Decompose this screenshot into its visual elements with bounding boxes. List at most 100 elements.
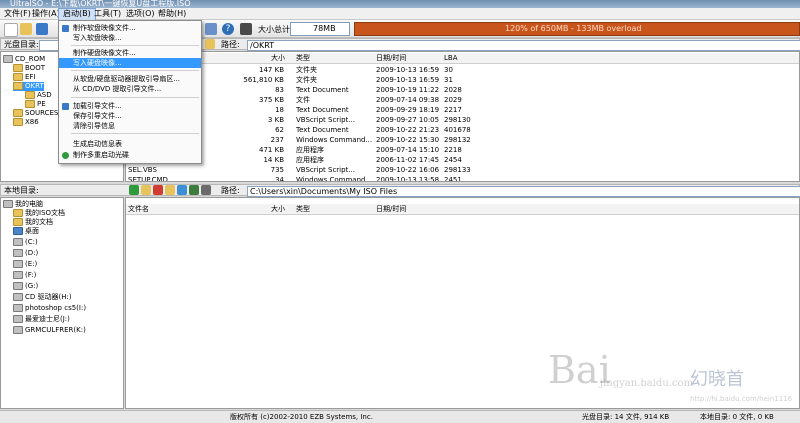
menu-item-generate-boot-table[interactable]: 生成启动信息表 [59, 139, 201, 149]
iso-tree-item[interactable]: PE [25, 100, 46, 109]
drive-icon [13, 282, 23, 290]
menu-bar: 文件(F) 操作(A) 启动(B) 工具(T) 选项(O) 帮助(H) [0, 8, 800, 22]
status-iso: 光盘目录: 14 文件, 914 KB [582, 413, 670, 421]
col-date[interactable]: 日期/时间 [376, 204, 406, 214]
col-lba[interactable]: LBA [444, 53, 458, 63]
local-tree-item[interactable]: (D:) [13, 249, 38, 258]
toolbar-button-icon[interactable] [205, 23, 217, 35]
folder-icon[interactable] [165, 185, 175, 195]
file-type: Windows Command... [296, 136, 373, 144]
local-tree-item[interactable]: photoshop cs5(I:) [13, 304, 86, 313]
watermark-url: http://hi.baidu.com/hein1116 [690, 395, 793, 403]
save-icon[interactable] [36, 23, 48, 35]
view-icon[interactable] [201, 185, 211, 195]
col-size[interactable]: 大小 [271, 53, 285, 63]
menu-item-make-floppy-image[interactable]: 制作软盘映像文件... [59, 23, 201, 33]
file-type: Text Document [296, 126, 349, 134]
folder-icon [13, 218, 23, 226]
file-date: 2009-09-27 10:05 [376, 116, 440, 124]
local-tree-item[interactable]: 我的文档 [13, 218, 53, 227]
file-lba: 298130 [444, 116, 471, 124]
table-row[interactable]: 147 KB 文件夹 2009-10-13 16:59 30 [126, 65, 799, 75]
file-size: 14 KB [263, 156, 284, 164]
iso-tree-item[interactable]: CD_ROM [3, 55, 45, 64]
help-icon[interactable]: ? [222, 23, 234, 35]
table-row[interactable]: 375 KB 文件 2009-07-14 09:38 2029 [126, 95, 799, 105]
file-size: 735 [270, 166, 284, 174]
table-row[interactable]: SEL.VBS 735 VBScript Script... 2009-10-22 1… [126, 165, 799, 175]
delete-icon[interactable] [153, 185, 163, 195]
size-total-field: 78MB [290, 22, 350, 36]
table-row[interactable]: 18 Text Document 2009-09-29 18:19 2217 [126, 105, 799, 115]
exit-icon[interactable] [240, 23, 252, 35]
table-row[interactable]: 83 Text Document 2009-10-19 11:22 2028 [126, 85, 799, 95]
iso-tree-item[interactable]: BOOT [13, 64, 45, 73]
folder-icon [13, 209, 23, 217]
file-type: 文件夹 [296, 76, 317, 84]
local-tree-item[interactable]: 桌面 [13, 227, 39, 236]
iso-path-field[interactable]: /OKRT [247, 40, 800, 51]
iso-folder-icon[interactable] [205, 39, 215, 49]
col-filename[interactable]: 文件名 [128, 204, 149, 214]
refresh-icon[interactable] [177, 185, 187, 195]
col-type[interactable]: 类型 [296, 204, 310, 214]
iso-tree-item[interactable]: EFI [13, 73, 36, 82]
menu-item-write-floppy-image[interactable]: 写入软盘映像... [59, 33, 201, 43]
local-tree-item[interactable]: GRMCULFRER(K:) [13, 326, 86, 335]
file-type: 文件夹 [296, 66, 317, 74]
status-bar: 版权所有 (c)2002-2010 EZB Systems, Inc. 光盘目录… [0, 410, 800, 423]
new-file-icon[interactable] [4, 23, 18, 37]
menu-item-save-boot-file[interactable]: 保存引导文件... [59, 111, 201, 121]
settings-icon[interactable] [189, 185, 199, 195]
local-tree-item[interactable]: 我的ISO文档 [13, 209, 65, 218]
iso-tree-item[interactable]: SOURCES [13, 109, 58, 118]
local-tree-item[interactable]: 我的电脑 [3, 200, 43, 209]
iso-tree-item[interactable]: ASD [25, 91, 52, 100]
menu-tools[interactable]: 工具(T) [90, 8, 125, 20]
file-size: 62 [275, 126, 284, 134]
file-date: 2009-10-22 15:30 [376, 136, 440, 144]
menu-item-extract-boot-sector[interactable]: 从软盘/硬盘驱动器提取引导扇区... [59, 74, 201, 84]
new-folder-icon[interactable] [141, 185, 151, 195]
folder-icon [25, 100, 35, 108]
menu-help[interactable]: 帮助(H) [154, 8, 190, 20]
local-dir-label: 本地目录: [4, 186, 39, 195]
col-type[interactable]: 类型 [296, 53, 310, 63]
local-path-bar: 本地目录: 路径: C:\Users\xin\Documents\My ISO … [0, 184, 800, 197]
file-lba: 31 [444, 76, 453, 84]
menu-item-load-boot-file[interactable]: 加载引导文件... [59, 101, 201, 111]
menu-separator [71, 45, 199, 46]
local-tree-item[interactable]: (F:) [13, 271, 36, 280]
menu-item-make-hdd-image[interactable]: 制作硬盘映像文件... [59, 48, 201, 58]
local-tree-item[interactable]: (E:) [13, 260, 37, 269]
local-tree-item[interactable]: (G:) [13, 282, 38, 291]
table-row[interactable]: 561,810 KB 文件夹 2009-10-13 16:59 31 [126, 75, 799, 85]
capacity-bar: 120% of 650MB - 133MB overload [354, 22, 800, 36]
folder-icon [13, 73, 23, 81]
table-row[interactable]: 471 KB 应用程序 2009-07-14 15:10 2218 [126, 145, 799, 155]
file-date: 2009-09-29 18:19 [376, 106, 440, 114]
table-row[interactable]: 62 Text Document 2009-10-22 21:23 401678 [126, 125, 799, 135]
menu-item-extract-boot-file[interactable]: 从 CD/DVD 提取引导文件... [59, 84, 201, 94]
open-folder-icon[interactable] [20, 23, 32, 35]
local-tree-item[interactable]: 最爱迪士尼(J:) [13, 315, 70, 324]
file-name: SETUP.CMD [128, 176, 168, 182]
local-path-field[interactable]: C:\Users\xin\Documents\My ISO Files [247, 186, 800, 197]
col-date[interactable]: 日期/时间 [376, 53, 406, 63]
table-row[interactable]: 3 KB VBScript Script... 2009-09-27 10:05 29… [126, 115, 799, 125]
menu-item-write-hdd-image[interactable]: 写入硬盘映像... [59, 58, 201, 68]
iso-tree-item[interactable]: X86 [13, 118, 39, 127]
col-size[interactable]: 大小 [271, 204, 285, 214]
table-row[interactable]: 14 KB 应用程序 2006-11-02 17:45 2454 [126, 155, 799, 165]
table-row[interactable]: SETUP.CMD 34 Windows Command... 2009-10-13 … [126, 175, 799, 182]
iso-tree-item-selected[interactable]: OKRT [13, 82, 44, 91]
up-arrow-icon[interactable] [129, 185, 139, 195]
file-lba: 30 [444, 66, 453, 74]
table-row[interactable]: 237 Windows Command... 2009-10-22 15:30 298… [126, 135, 799, 145]
local-tree-item[interactable]: (C:) [13, 238, 38, 247]
menu-item-make-multiboot-cd[interactable]: 制作多重启动光碟 [59, 150, 201, 160]
size-total-label: 大小总计: [258, 25, 293, 34]
menu-item-clear-boot-info[interactable]: 清除引导信息 [59, 121, 201, 131]
local-tree-item[interactable]: CD 驱动器(H:) [13, 293, 72, 302]
local-tree-panel: 我的电脑 我的ISO文档 我的文档 桌面 (C:) (D:) (E:) (F:)… [0, 197, 124, 409]
